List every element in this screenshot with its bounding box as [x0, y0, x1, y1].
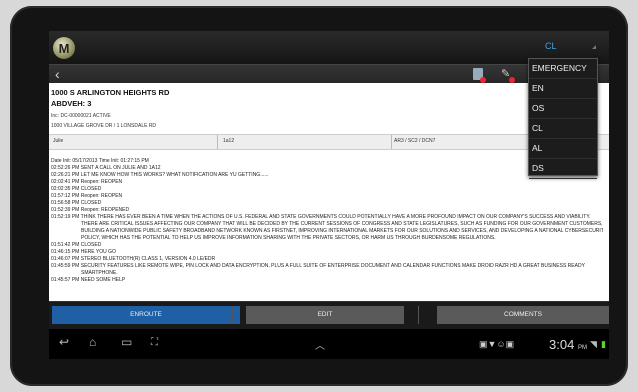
edit-button[interactable]: EDIT — [246, 306, 404, 324]
menu-item-en[interactable]: EN — [529, 79, 597, 99]
status-selector[interactable]: CL — [545, 41, 557, 51]
notification-icons: ▣▼☺▣ — [479, 339, 515, 349]
menu-item-emergency[interactable]: EMERGENCY — [529, 59, 597, 79]
incident-number: Inc: DC-00000021 ACTIVE — [51, 113, 111, 119]
log-line: 01:46:07 PM STEREO BLUETOOTH(R) CLASS 1,… — [51, 256, 216, 262]
back-nav-icon[interactable]: ↩ — [59, 335, 69, 349]
screenshot-icon[interactable]: ⛶ — [151, 337, 158, 348]
unit-status: AR3 / SC2 / DCN7 — [394, 138, 436, 144]
log-line: 02:52:26 PM SENT A CALL ON JULIE AND 1A1… — [51, 165, 161, 171]
log-line: 01:56:58 PM CLOSED — [51, 200, 102, 206]
android-system-bar: ↩ ⌂ ▭ ⛶ ︿ ▣▼☺▣ 3:04 PM ◥ ▮ — [49, 329, 609, 359]
home-icon[interactable]: ⌂ — [89, 335, 96, 349]
vehicle-count: ABDVEH: 3 — [51, 99, 92, 108]
log-line: Date Init: 05/17/2013 Time Init: 01:27:1… — [51, 158, 149, 164]
log-line: THERE ARE CRITICAL ISSUES AFFECTING OUR … — [81, 221, 603, 227]
action-bar: ‹ ✎ — [49, 64, 609, 84]
incident-detail: 1000 S ARLINGTON HEIGHTS RD ABDVEH: 3 In… — [49, 83, 609, 301]
log-line: 02:02:41 PM Reopen: REOPEN — [51, 179, 123, 185]
divider — [418, 306, 419, 324]
app-top-bar: M CL — [49, 31, 609, 64]
log-line: 01:46:15 PM HERE YOU GO — [51, 249, 116, 255]
unit-row[interactable]: Julie 1a12 AR3 / SC2 / DCN7 — [49, 134, 609, 150]
log-line: 01:52:19 PM THINK THERE HAS EVER BEEN A … — [51, 214, 591, 220]
divider — [232, 306, 233, 324]
status-dropdown-menu: EMERGENCY EN OS CL AL DS — [528, 58, 598, 179]
log-line: SMARTPHONE. — [81, 270, 118, 276]
log-line: POLICY, WHICH HAS THE POTENTIAL TO HELP … — [81, 235, 496, 241]
log-line: 01:45:59 PM SECURITY FEATURES LIKE REMOT… — [51, 263, 585, 269]
back-arrow-icon[interactable]: ‹ — [55, 66, 60, 82]
log-line: 02:26:21 PM LET ME KNOW HOW THIS WORKS? … — [51, 172, 269, 178]
divider — [391, 135, 392, 149]
bottom-action-bar: ENROUTE EDIT COMMENTS — [49, 301, 609, 330]
battery-icon: ▮ — [601, 339, 606, 349]
incident-address: 1000 S ARLINGTON HEIGHTS RD — [51, 88, 170, 97]
chevron-up-icon[interactable]: ︿ — [315, 337, 325, 352]
menu-item-os[interactable]: OS — [529, 99, 597, 119]
log-line: 01:52:39 PM Reopen: REOPENED — [51, 207, 130, 213]
device-screen: M CL ‹ ✎ 1000 S ARLINGTON HEIGHTS RD ABD… — [49, 31, 609, 359]
log-line: 02:02:35 PM CLOSED — [51, 186, 102, 192]
cross-street: 1000 VILLAGE GROVE DR / 1 LONSDALE RD — [51, 123, 157, 129]
clock: 3:04 PM — [549, 337, 587, 352]
log-line: 01:45:57 PM NEED SOME HELP — [51, 277, 126, 283]
menu-item-ds[interactable]: DS — [529, 159, 597, 179]
incident-log: Date Init: 05/17/2013 Time Init: 01:27:1… — [51, 158, 603, 284]
unit-name: Julie — [53, 138, 64, 144]
wifi-signal-icon: ◥ — [590, 339, 597, 349]
menu-item-al[interactable]: AL — [529, 139, 597, 159]
unit-id: 1a12 — [223, 138, 235, 144]
dropdown-corner-icon — [592, 45, 596, 49]
log-line: 01:51:42 PM CLOSED — [51, 242, 102, 248]
comments-button[interactable]: COMMENTS — [437, 306, 609, 324]
motorola-logo-icon: M — [53, 37, 75, 59]
menu-item-cl[interactable]: CL — [529, 119, 597, 139]
recent-apps-icon[interactable]: ▭ — [121, 335, 132, 349]
enroute-button[interactable]: ENROUTE — [52, 306, 240, 324]
log-line: 01:57:12 PM Reopen: REOPEN — [51, 193, 123, 199]
log-line: BUILDING A NATIONWIDE PUBLIC SAFETY BROA… — [81, 228, 603, 234]
divider — [217, 135, 218, 149]
